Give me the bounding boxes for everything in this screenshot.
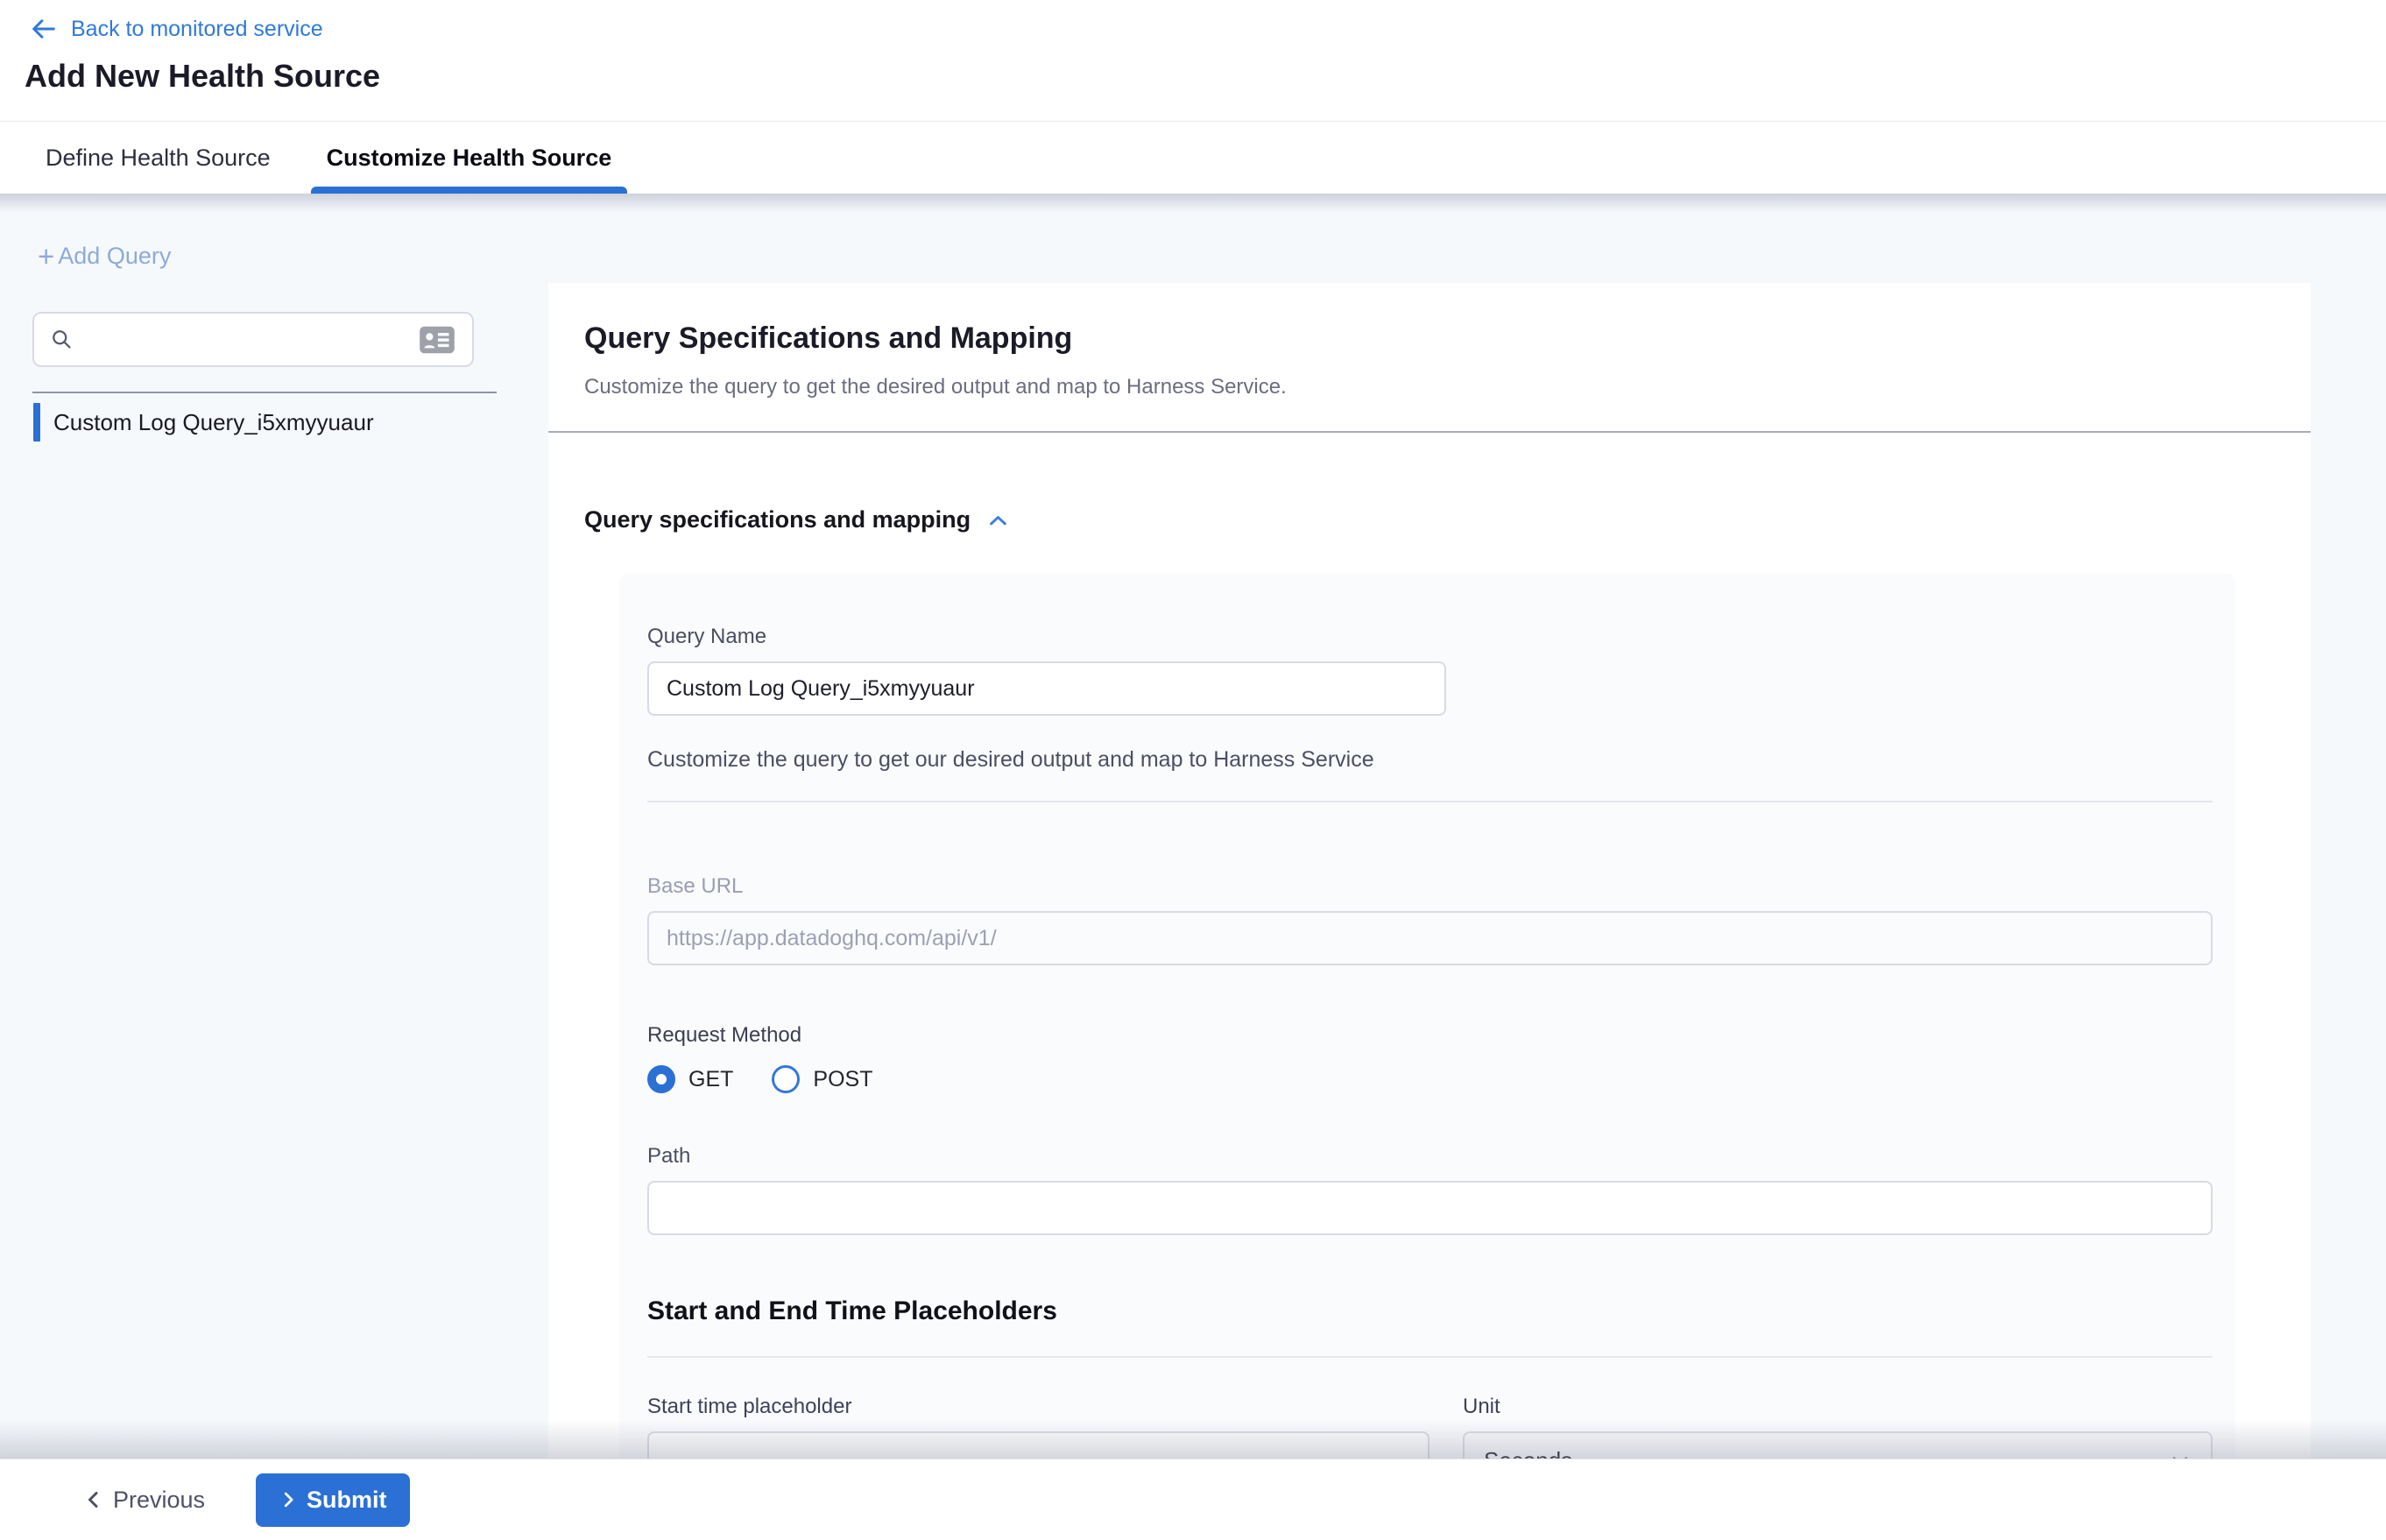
unit-select[interactable]: Seconds xyxy=(1463,1431,2213,1459)
query-name-helper: Customize the query to get our desired o… xyxy=(647,747,2213,773)
request-method-radio-group: GET POST xyxy=(647,1065,2213,1093)
contact-card-icon[interactable] xyxy=(418,324,456,356)
page-title: Add New Health Source xyxy=(25,58,380,95)
query-list-item[interactable]: Custom Log Query_i5xmyyuaur xyxy=(0,402,548,442)
query-search-input[interactable] xyxy=(84,314,418,365)
time-placeholders-row: Start time placeholder Unit Seconds xyxy=(647,1395,2213,1459)
panel-header: Query Specifications and Mapping Customi… xyxy=(548,283,2311,399)
query-name-label: Query Name xyxy=(647,625,2213,649)
plus-icon: + xyxy=(38,242,54,271)
back-link-label: Back to monitored service xyxy=(71,17,323,42)
query-item-label: Custom Log Query_i5xmyyuaur xyxy=(53,409,374,436)
radio-option-post[interactable]: POST xyxy=(772,1065,872,1093)
request-method-field: Request Method GET POST xyxy=(647,1023,2213,1093)
chevron-down-icon xyxy=(2169,1449,2192,1459)
panel-body: Query specifications and mapping Query N… xyxy=(548,506,2311,1459)
panel-subtitle: Customize the query to get the desired o… xyxy=(584,375,2275,399)
health-source-tabs: Define Health Source Customize Health So… xyxy=(0,122,2386,194)
panel-title: Query Specifications and Mapping xyxy=(584,321,2275,356)
chevron-left-icon xyxy=(83,1489,104,1510)
submit-button[interactable]: Submit xyxy=(256,1473,410,1527)
radio-selected-icon xyxy=(647,1065,675,1093)
chevron-right-icon xyxy=(279,1490,298,1509)
section-toggle[interactable]: Query specifications and mapping xyxy=(584,506,2275,533)
selected-indicator xyxy=(33,403,40,442)
back-to-monitored-service-link[interactable]: Back to monitored service xyxy=(29,14,323,44)
query-name-input[interactable] xyxy=(647,661,1446,716)
path-input[interactable] xyxy=(647,1181,2213,1235)
page-header: Back to monitored service Add New Health… xyxy=(0,0,2386,122)
time-placeholders-heading: Start and End Time Placeholders xyxy=(647,1296,2213,1326)
panel-divider xyxy=(548,431,2311,433)
previous-button-label: Previous xyxy=(113,1487,205,1514)
card-divider xyxy=(647,801,2213,802)
search-icon xyxy=(50,328,74,351)
main-panel: Query Specifications and Mapping Customi… xyxy=(548,283,2311,1459)
start-time-input[interactable] xyxy=(647,1431,1429,1459)
add-query-button[interactable]: + Add Query xyxy=(38,242,171,271)
radio-post-label: POST xyxy=(813,1067,872,1092)
arrow-left-icon xyxy=(29,14,59,44)
path-label: Path xyxy=(647,1144,2213,1169)
unit-field: Unit Seconds xyxy=(1463,1395,2213,1459)
chevron-up-icon xyxy=(986,509,1010,533)
base-url-label: Base URL xyxy=(647,874,2213,899)
request-method-label: Request Method xyxy=(647,1023,2213,1048)
radio-option-get[interactable]: GET xyxy=(647,1065,733,1093)
tab-define-health-source[interactable]: Define Health Source xyxy=(46,122,271,194)
path-field: Path xyxy=(647,1144,2213,1235)
radio-get-label: GET xyxy=(688,1067,733,1092)
sidebar-divider xyxy=(32,392,497,393)
wizard-footer: Previous Submit xyxy=(0,1459,2386,1540)
query-mapping-card: Query Name Customize the query to get ou… xyxy=(619,574,2235,1459)
add-query-label: Add Query xyxy=(58,243,171,270)
start-time-label: Start time placeholder xyxy=(647,1395,1429,1419)
radio-unselected-icon xyxy=(772,1065,800,1093)
base-url-field: Base URL xyxy=(647,874,2213,965)
query-search-box xyxy=(32,312,474,367)
start-time-field: Start time placeholder xyxy=(647,1395,1429,1459)
unit-select-value: Seconds xyxy=(1484,1447,1572,1459)
query-list: Custom Log Query_i5xmyyuaur xyxy=(0,402,548,442)
query-sidebar: + Add Query Custom Log Query_i5xmyy xyxy=(0,194,548,1459)
section-title: Query specifications and mapping xyxy=(584,506,971,533)
base-url-input xyxy=(647,911,2213,965)
tab-customize-health-source[interactable]: Customize Health Source xyxy=(311,122,628,194)
submit-button-label: Submit xyxy=(307,1487,387,1514)
unit-label: Unit xyxy=(1463,1395,2213,1419)
time-placeholders-divider xyxy=(647,1356,2213,1358)
previous-button[interactable]: Previous xyxy=(83,1487,205,1514)
